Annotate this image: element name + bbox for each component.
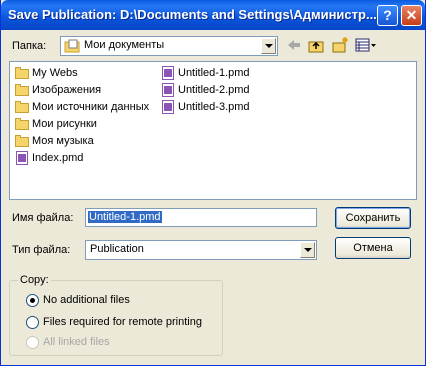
filetype-combo[interactable]: Publication: [85, 240, 317, 260]
file-name: Мои рисунки: [32, 118, 97, 130]
radio-all-linked-files: [26, 336, 39, 349]
radio-files-remote-printing[interactable]: [26, 316, 39, 329]
filetype-label: Тип файла:: [12, 244, 71, 256]
folder-icon: [14, 82, 30, 98]
radio-label[interactable]: Files required for remote printing: [43, 316, 202, 328]
pmd-file-icon: [160, 65, 176, 81]
my-documents-icon: [64, 39, 80, 53]
save-publication-dialog: Save Publication: D:\Documents and Setti…: [0, 0, 426, 366]
window-title: Save Publication: D:\Documents and Setti…: [8, 7, 377, 22]
file-name: Untitled-2.pmd: [178, 84, 250, 96]
file-name: Index.pmd: [32, 152, 84, 164]
lookin-dropdown-arrow[interactable]: [261, 38, 276, 54]
filetype-value: Publication: [90, 243, 144, 255]
radio-label[interactable]: No additional files: [43, 294, 130, 306]
up-folder-icon[interactable]: [307, 36, 325, 54]
radio-no-additional-files[interactable]: [26, 294, 39, 307]
file-name: My Webs: [32, 67, 78, 79]
filename-input[interactable]: Untitled-1.pmd: [85, 208, 317, 227]
filename-label: Имя файла:: [12, 212, 74, 224]
pmd-file-icon: [160, 99, 176, 115]
back-arrow-icon[interactable]: [285, 36, 303, 54]
filetype-dropdown-arrow[interactable]: [300, 242, 315, 258]
lookin-combo[interactable]: Мои документы: [60, 36, 278, 56]
file-name: Untitled-1.pmd: [178, 67, 250, 79]
close-button[interactable]: ✕: [401, 5, 422, 26]
title-bar[interactable]: Save Publication: D:\Documents and Setti…: [1, 0, 425, 30]
view-menu-icon[interactable]: [354, 36, 378, 54]
new-folder-icon[interactable]: [331, 36, 349, 54]
folder-icon: [14, 65, 30, 81]
file-name: Untitled-3.pmd: [178, 101, 250, 113]
file-list[interactable]: My Webs Изображения Мои источники данных…: [9, 61, 417, 200]
folder-icon: [14, 116, 30, 132]
folder-icon: [14, 99, 30, 115]
lookin-label: Папка:: [12, 40, 47, 52]
save-button[interactable]: Сохранить: [335, 207, 411, 229]
pmd-file-icon: [160, 82, 176, 98]
filename-value: Untitled-1.pmd: [87, 210, 163, 224]
folder-icon: [14, 133, 30, 149]
copy-options-group: Copy: No additional files Files required…: [9, 274, 223, 356]
file-name: Изображения: [32, 84, 102, 96]
pmd-file-icon: [14, 150, 30, 166]
file-name: Моя музыка: [32, 135, 94, 147]
lookin-value: Мои документы: [84, 39, 165, 51]
copy-group-legend: Copy:: [18, 274, 51, 286]
help-button[interactable]: ?: [377, 5, 398, 26]
cancel-button[interactable]: Отмена: [335, 237, 411, 259]
radio-label: All linked files: [43, 336, 110, 348]
file-name: Мои источники данных: [32, 101, 150, 113]
